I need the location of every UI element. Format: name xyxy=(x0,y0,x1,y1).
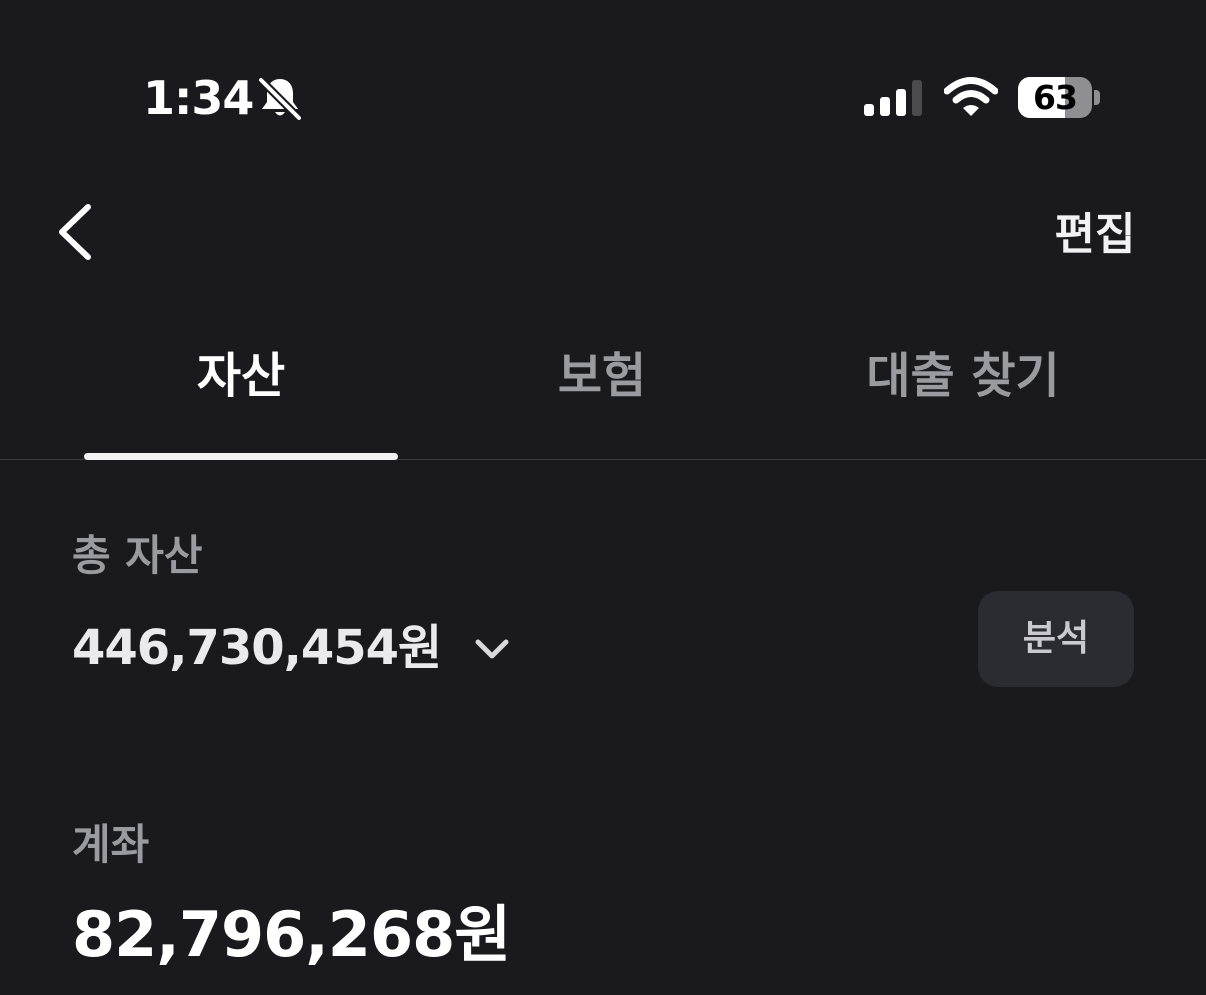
analysis-button[interactable]: 분석 xyxy=(978,591,1134,687)
battery-icon: 63 xyxy=(1018,77,1092,118)
battery-cap xyxy=(1094,90,1100,105)
total-assets-value: 446,730,454원 xyxy=(72,620,442,676)
accounts-label: 계좌 xyxy=(72,820,150,869)
bell-slash-icon xyxy=(257,76,303,122)
chevron-left-icon xyxy=(59,204,91,260)
total-assets-label: 총 자산 xyxy=(72,531,203,580)
tab-assets[interactable]: 자산 xyxy=(84,340,398,412)
cellular-signal-icon xyxy=(864,80,922,116)
accounts-total-value[interactable]: 82,796,268원 xyxy=(72,893,511,977)
tab-insurance[interactable]: 보험 xyxy=(445,340,759,412)
battery-percentage: 63 xyxy=(1033,78,1078,117)
total-assets-toggle[interactable]: 446,730,454원 xyxy=(72,612,512,684)
chevron-down-icon xyxy=(475,639,509,659)
back-button[interactable] xyxy=(44,195,114,269)
active-tab-indicator xyxy=(84,453,398,460)
wifi-icon xyxy=(944,77,998,116)
status-time: 1:34 xyxy=(143,71,254,125)
edit-button[interactable]: 편집 xyxy=(1030,205,1160,265)
tab-find-loans[interactable]: 대출 찾기 xyxy=(806,340,1120,412)
